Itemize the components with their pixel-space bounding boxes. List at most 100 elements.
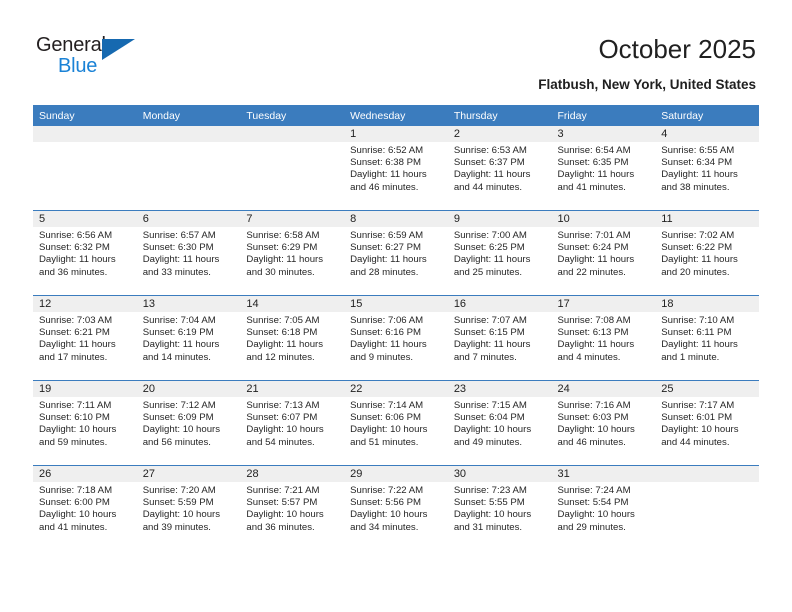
daylight-text: Daylight: 10 hours and 39 minutes. bbox=[142, 509, 221, 533]
day-details: Sunrise: 7:15 AM Sunset: 6:04 PM Daylight:… bbox=[448, 397, 552, 449]
sunset-text: Sunset: 5:56 PM bbox=[350, 497, 422, 509]
sunset-text: Sunset: 6:10 PM bbox=[39, 412, 110, 424]
day-number: 10 bbox=[551, 211, 656, 227]
sunset-text: Sunset: 6:19 PM bbox=[142, 327, 214, 339]
daylight-text: Daylight: 11 hours and 17 minutes. bbox=[39, 339, 116, 363]
calendar-day-cell[interactable]: 23 Sunrise: 7:15 AM Sunset: 6:04 PM Dayligh… bbox=[447, 380, 552, 466]
calendar-day-cell[interactable]: 26 Sunrise: 7:18 AM Sunset: 6:00 PM Dayligh… bbox=[33, 465, 137, 550]
day-number: 4 bbox=[655, 126, 759, 142]
day-number: 22 bbox=[344, 381, 448, 397]
calendar-day-cell[interactable]: 4 Sunrise: 6:55 AM Sunset: 6:34 PM Daylight… bbox=[655, 126, 759, 211]
sunset-text: Sunset: 6:25 PM bbox=[453, 242, 525, 254]
day-number: 8 bbox=[344, 211, 448, 227]
generalblue-logo[interactable]: General Blue bbox=[36, 34, 146, 82]
calendar-day-cell[interactable]: 24 Sunrise: 7:16 AM Sunset: 6:03 PM Dayligh… bbox=[551, 380, 656, 466]
sunrise-text: Sunrise: 6:55 AM bbox=[661, 145, 735, 156]
calendar-week-row: 12 Sunrise: 7:03 AM Sunset: 6:21 PM Dayligh… bbox=[33, 295, 759, 381]
page-subtitle-location: Flatbush, New York, United States bbox=[538, 77, 756, 92]
calendar-day-cell[interactable]: 14 Sunrise: 7:05 AM Sunset: 6:18 PM Dayligh… bbox=[240, 295, 345, 381]
sunrise-text: Sunrise: 6:56 AM bbox=[39, 230, 113, 241]
day-details: Sunrise: 7:22 AM Sunset: 5:56 PM Daylight:… bbox=[344, 482, 448, 534]
day-details: Sunrise: 7:10 AM Sunset: 6:11 PM Daylight:… bbox=[655, 312, 759, 364]
calendar-day-cell[interactable]: 9 Sunrise: 7:00 AM Sunset: 6:25 PM Daylight… bbox=[447, 210, 552, 296]
calendar-day-cell[interactable]: 30 Sunrise: 7:23 AM Sunset: 5:55 PM Dayligh… bbox=[447, 465, 552, 550]
sunrise-text: Sunrise: 7:23 AM bbox=[453, 485, 527, 496]
calendar-day-cell[interactable]: 2 Sunrise: 6:53 AM Sunset: 6:37 PM Daylight… bbox=[447, 126, 552, 211]
calendar-day-cell[interactable]: 22 Sunrise: 7:14 AM Sunset: 6:06 PM Dayligh… bbox=[344, 380, 448, 466]
calendar-day-cell[interactable]: 10 Sunrise: 7:01 AM Sunset: 6:24 PM Dayligh… bbox=[551, 210, 656, 296]
daylight-text: Daylight: 10 hours and 49 minutes. bbox=[453, 424, 532, 448]
sunset-text: Sunset: 6:22 PM bbox=[661, 242, 733, 254]
day-details: Sunrise: 7:03 AM Sunset: 6:21 PM Daylight:… bbox=[33, 312, 137, 364]
calendar-day-cell[interactable]: 15 Sunrise: 7:06 AM Sunset: 6:16 PM Dayligh… bbox=[344, 295, 448, 381]
day-details: Sunrise: 6:55 AM Sunset: 6:34 PM Daylight:… bbox=[655, 142, 759, 194]
calendar-day-cell[interactable]: 16 Sunrise: 7:07 AM Sunset: 6:15 PM Dayligh… bbox=[447, 295, 552, 381]
sunrise-text: Sunrise: 7:22 AM bbox=[350, 485, 424, 496]
calendar-day-cell[interactable]: 8 Sunrise: 6:59 AM Sunset: 6:27 PM Daylight… bbox=[344, 210, 448, 296]
day-number: 27 bbox=[136, 466, 241, 482]
sunset-text: Sunset: 6:07 PM bbox=[246, 412, 318, 424]
calendar-day-cell[interactable]: 20 Sunrise: 7:12 AM Sunset: 6:09 PM Dayligh… bbox=[136, 380, 241, 466]
calendar-day-cell[interactable]: 6 Sunrise: 6:57 AM Sunset: 6:30 PM Daylight… bbox=[136, 210, 241, 296]
calendar-day-cell[interactable]: 29 Sunrise: 7:22 AM Sunset: 5:56 PM Dayligh… bbox=[344, 465, 448, 550]
calendar-day-cell[interactable]: 31 Sunrise: 7:24 AM Sunset: 5:54 PM Dayligh… bbox=[551, 465, 656, 550]
daylight-text: Daylight: 10 hours and 31 minutes. bbox=[453, 509, 532, 533]
day-details: Sunrise: 6:58 AM Sunset: 6:29 PM Daylight:… bbox=[240, 227, 344, 279]
calendar-day-cell[interactable]: 13 Sunrise: 7:04 AM Sunset: 6:19 PM Dayligh… bbox=[136, 295, 241, 381]
sunset-text: Sunset: 6:30 PM bbox=[142, 242, 214, 254]
day-number: 2 bbox=[447, 126, 552, 142]
calendar-day-cell-empty bbox=[136, 126, 241, 211]
calendar-page: General Blue October 2025 Flatbush, New … bbox=[0, 0, 792, 612]
sunrise-text: Sunrise: 7:12 AM bbox=[142, 400, 216, 411]
day-details: Sunrise: 7:18 AM Sunset: 6:00 PM Daylight:… bbox=[33, 482, 137, 534]
day-number bbox=[655, 466, 759, 482]
sunrise-text: Sunrise: 6:53 AM bbox=[453, 145, 527, 156]
logo-triangle-icon bbox=[102, 39, 135, 60]
weekday-header-friday: Friday bbox=[551, 105, 656, 126]
sunrise-text: Sunrise: 6:58 AM bbox=[246, 230, 320, 241]
day-details: Sunrise: 7:05 AM Sunset: 6:18 PM Daylight:… bbox=[240, 312, 344, 364]
calendar-day-cell[interactable]: 3 Sunrise: 6:54 AM Sunset: 6:35 PM Daylight… bbox=[551, 126, 656, 211]
daylight-text: Daylight: 10 hours and 41 minutes. bbox=[39, 509, 117, 533]
daylight-text: Daylight: 10 hours and 29 minutes. bbox=[557, 509, 635, 533]
calendar-day-cell[interactable]: 11 Sunrise: 7:02 AM Sunset: 6:22 PM Dayligh… bbox=[655, 210, 759, 296]
calendar-day-cell[interactable]: 1 Sunrise: 6:52 AM Sunset: 6:38 PM Daylight… bbox=[344, 126, 448, 211]
calendar-day-cell[interactable]: 27 Sunrise: 7:20 AM Sunset: 5:59 PM Dayligh… bbox=[136, 465, 241, 550]
day-details: Sunrise: 7:21 AM Sunset: 5:57 PM Daylight:… bbox=[240, 482, 344, 534]
sunrise-text: Sunrise: 7:03 AM bbox=[39, 315, 113, 326]
day-details: Sunrise: 7:14 AM Sunset: 6:06 PM Daylight:… bbox=[344, 397, 448, 449]
calendar-day-cell[interactable]: 17 Sunrise: 7:08 AM Sunset: 6:13 PM Dayligh… bbox=[551, 295, 656, 381]
sunset-text: Sunset: 6:29 PM bbox=[246, 242, 318, 254]
day-details: Sunrise: 7:12 AM Sunset: 6:09 PM Daylight:… bbox=[137, 397, 241, 449]
day-number: 1 bbox=[344, 126, 448, 142]
day-details: Sunrise: 7:20 AM Sunset: 5:59 PM Daylight:… bbox=[137, 482, 241, 534]
sunrise-text: Sunrise: 7:04 AM bbox=[142, 315, 216, 326]
daylight-text: Daylight: 11 hours and 14 minutes. bbox=[142, 339, 220, 363]
day-details: Sunrise: 7:01 AM Sunset: 6:24 PM Daylight:… bbox=[552, 227, 656, 279]
calendar-day-cell[interactable]: 12 Sunrise: 7:03 AM Sunset: 6:21 PM Dayligh… bbox=[33, 295, 137, 381]
calendar-day-cell[interactable]: 5 Sunrise: 6:56 AM Sunset: 6:32 PM Daylight… bbox=[33, 210, 137, 296]
sunset-text: Sunset: 6:04 PM bbox=[453, 412, 525, 424]
calendar-day-cell[interactable]: 25 Sunrise: 7:17 AM Sunset: 6:01 PM Dayligh… bbox=[655, 380, 759, 466]
calendar-day-cell[interactable]: 21 Sunrise: 7:13 AM Sunset: 6:07 PM Dayligh… bbox=[240, 380, 345, 466]
day-details: Sunrise: 6:54 AM Sunset: 6:35 PM Daylight:… bbox=[552, 142, 656, 194]
day-number bbox=[240, 126, 345, 142]
day-details: Sunrise: 7:24 AM Sunset: 5:54 PM Daylight:… bbox=[552, 482, 656, 534]
calendar-day-cell[interactable]: 19 Sunrise: 7:11 AM Sunset: 6:10 PM Dayligh… bbox=[33, 380, 137, 466]
day-number bbox=[33, 126, 137, 142]
day-details: Sunrise: 7:23 AM Sunset: 5:55 PM Daylight:… bbox=[448, 482, 552, 534]
sunrise-text: Sunrise: 7:14 AM bbox=[350, 400, 424, 411]
sunset-text: Sunset: 6:16 PM bbox=[350, 327, 422, 339]
calendar-day-cell[interactable]: 28 Sunrise: 7:21 AM Sunset: 5:57 PM Dayligh… bbox=[240, 465, 345, 550]
day-number: 19 bbox=[33, 381, 137, 397]
day-details: Sunrise: 7:04 AM Sunset: 6:19 PM Daylight:… bbox=[137, 312, 241, 364]
calendar-day-cell[interactable]: 7 Sunrise: 6:58 AM Sunset: 6:29 PM Daylight… bbox=[240, 210, 345, 296]
calendar-week-row: 1 Sunrise: 6:52 AM Sunset: 6:38 PM Daylight… bbox=[33, 126, 759, 211]
sunset-text: Sunset: 6:06 PM bbox=[350, 412, 422, 424]
sunrise-text: Sunrise: 7:21 AM bbox=[246, 485, 320, 496]
sunset-text: Sunset: 6:11 PM bbox=[661, 327, 732, 339]
daylight-text: Daylight: 10 hours and 46 minutes. bbox=[557, 424, 635, 448]
day-number: 29 bbox=[344, 466, 448, 482]
calendar-day-cell[interactable]: 18 Sunrise: 7:10 AM Sunset: 6:11 PM Dayligh… bbox=[655, 295, 759, 381]
day-details: Sunrise: 6:57 AM Sunset: 6:30 PM Daylight:… bbox=[137, 227, 241, 279]
